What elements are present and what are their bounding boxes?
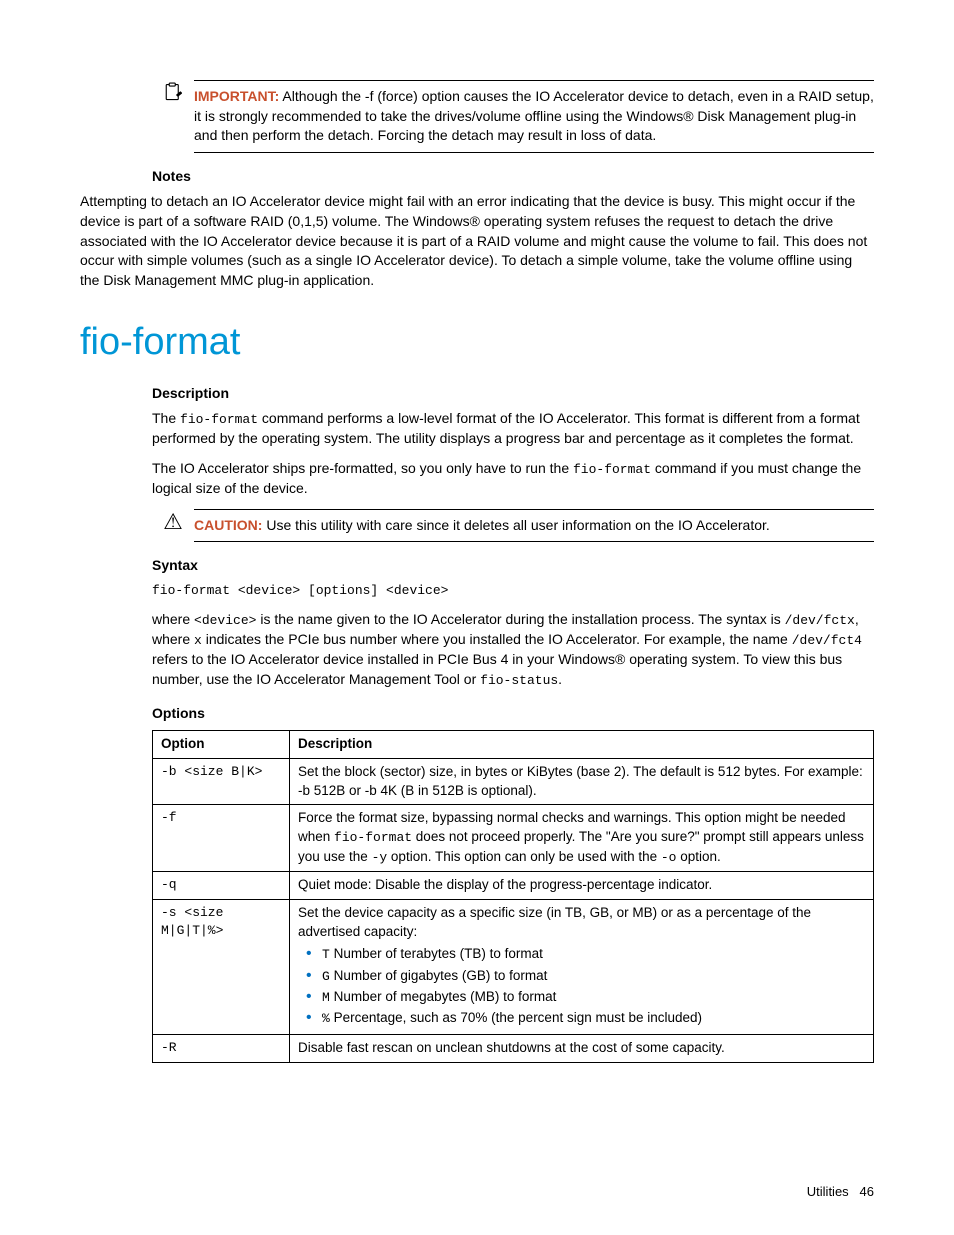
li4t: Percentage, such as 70% (the percent sig… — [330, 1010, 702, 1025]
li4c: % — [322, 1011, 330, 1026]
important-callout: IMPORTANT: Although the -f (force) optio… — [152, 80, 874, 153]
notes-para: Attempting to detach an IO Accelerator d… — [80, 192, 874, 290]
table-row: -b <size B|K> Set the block (sector) siz… — [153, 758, 874, 805]
opt-cell: -f — [153, 805, 290, 871]
page: IMPORTANT: Although the -f (force) optio… — [0, 0, 954, 1235]
opt-cell: -R — [153, 1035, 290, 1063]
list-item: G Number of gigabytes (GB) to format — [322, 967, 865, 986]
important-label: IMPORTANT: — [194, 88, 279, 104]
page-title: fio-format — [80, 316, 874, 369]
syn-path: /dev/fctx — [785, 613, 855, 628]
th-option: Option — [153, 730, 290, 758]
footer-section: Utilities — [807, 1184, 849, 1199]
li2c: G — [322, 969, 330, 984]
note-icon — [152, 80, 194, 153]
desc-p2-code: fio-format — [573, 462, 651, 477]
description-heading: Description — [152, 384, 874, 404]
table-row: -s <size M|G|T|%> Set the device capacit… — [153, 899, 874, 1035]
r1c3: -o — [661, 850, 677, 865]
table-header-row: Option Description — [153, 730, 874, 758]
caution-callout: ⚠︎ CAUTION: Use this utility with care s… — [152, 509, 874, 543]
syn-a: where — [152, 611, 194, 627]
li2t: Number of gigabytes (GB) to format — [330, 968, 548, 983]
li1c: T — [322, 947, 330, 962]
opt-cell: -b <size B|K> — [153, 758, 290, 805]
syn-path2: /dev/fct4 — [792, 633, 862, 648]
desc-p1-code: fio-format — [180, 412, 258, 427]
desc-p2a: The IO Accelerator ships pre-formatted, … — [152, 460, 573, 476]
options-heading: Options — [152, 704, 874, 724]
li1t: Number of terabytes (TB) to format — [330, 946, 543, 961]
th-description: Description — [290, 730, 874, 758]
options-table: Option Description -b <size B|K> Set the… — [152, 730, 874, 1063]
r1c1: fio-format — [334, 830, 412, 845]
syn-dev: <device> — [194, 613, 256, 628]
li3c: M — [322, 990, 330, 1005]
table-row: -R Disable fast rescan on unclean shutdo… — [153, 1035, 874, 1063]
list-item: % Percentage, such as 70% (the percent s… — [322, 1009, 865, 1028]
caution-text: Use this utility with care since it dele… — [266, 517, 769, 533]
li3t: Number of megabytes (MB) to format — [330, 989, 557, 1004]
opt-cell: -s <size M|G|T|%> — [153, 899, 290, 1035]
syn-fs: fio-status — [480, 673, 558, 688]
important-body: IMPORTANT: Although the -f (force) optio… — [194, 80, 874, 153]
important-text: Although the -f (force) option causes th… — [194, 88, 874, 143]
desc-cell: Set the device capacity as a specific si… — [290, 899, 874, 1035]
syn-f: . — [558, 671, 562, 687]
syn-b: is the name given to the IO Accelerator … — [256, 611, 784, 627]
desc-p1b: command performs a low-level format of t… — [152, 410, 860, 446]
desc-cell: Quiet mode: Disable the display of the p… — [290, 871, 874, 899]
desc-cell: Disable fast rescan on unclean shutdowns… — [290, 1035, 874, 1063]
caution-body: CAUTION: Use this utility with care sinc… — [194, 509, 874, 543]
table-row: -q Quiet mode: Disable the display of th… — [153, 871, 874, 899]
table-row: -f Force the format size, bypassing norm… — [153, 805, 874, 871]
syn-x: x — [194, 633, 202, 648]
r1c: option. This option can only be used wit… — [387, 849, 661, 864]
notes-heading: Notes — [152, 167, 874, 187]
r1d: option. — [676, 849, 720, 864]
description-block: Description The fio-format command perfo… — [152, 384, 874, 543]
syntax-block: Syntax fio-format <device> [options] <de… — [152, 556, 874, 1063]
r3intro: Set the device capacity as a specific si… — [298, 905, 811, 939]
description-p2: The IO Accelerator ships pre-formatted, … — [152, 459, 874, 499]
syntax-heading: Syntax — [152, 556, 874, 576]
syntax-para: where <device> is the name given to the … — [152, 610, 874, 690]
page-footer: Utilities 46 — [807, 1183, 874, 1201]
caution-icon: ⚠︎ — [152, 509, 194, 543]
description-p1: The fio-format command performs a low-le… — [152, 409, 874, 449]
desc-p1a: The — [152, 410, 180, 426]
size-list: T Number of terabytes (TB) to format G N… — [298, 945, 865, 1028]
syntax-code: fio-format <device> [options] <device> — [152, 582, 874, 600]
syn-d: indicates the PCIe bus number where you … — [202, 631, 792, 647]
r1c2: -y — [372, 850, 388, 865]
caution-label: CAUTION: — [194, 517, 262, 533]
desc-cell: Set the block (sector) size, in bytes or… — [290, 758, 874, 805]
opt-cell: -q — [153, 871, 290, 899]
list-item: T Number of terabytes (TB) to format — [322, 945, 865, 964]
list-item: M Number of megabytes (MB) to format — [322, 988, 865, 1007]
footer-page: 46 — [860, 1184, 874, 1199]
desc-cell: Force the format size, bypassing normal … — [290, 805, 874, 871]
